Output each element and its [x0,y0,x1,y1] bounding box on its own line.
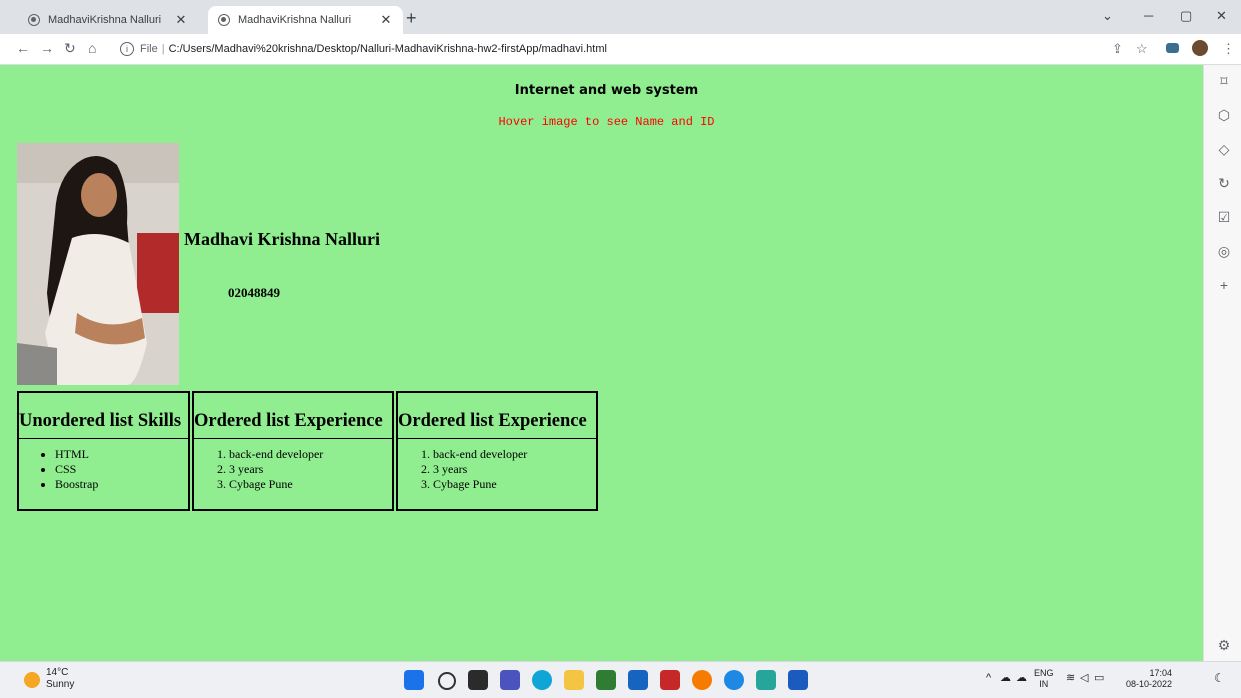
chrome-canary-icon[interactable] [724,670,744,690]
cloud-icon[interactable]: ☁ [1016,673,1027,684]
back-icon[interactable]: ← [16,40,30,56]
list-item: 3 years [433,462,596,477]
search-icon[interactable] [438,672,456,690]
onedrive-icon[interactable]: ☁ [1000,673,1011,684]
mail-icon[interactable] [628,670,648,690]
taskbar: 14°C Sunny ^ ☁ ☁ ENG IN ≋ ◁ ▭ 17:04 08-1… [0,661,1241,698]
tab-active[interactable]: MadhaviKrishna Nalluri ✕ [208,6,403,34]
add-icon[interactable]: + [1216,277,1232,293]
new-tab-icon[interactable]: + [406,9,417,27]
close-icon[interactable]: ✕ [172,12,190,28]
tab-title: MadhaviKrishna Nalluri [48,14,162,26]
clock-date: 08-10-2022 [1125,679,1172,689]
bookmark-star-icon[interactable]: ☆ [1136,41,1148,57]
clock-time: 17:04 [1149,668,1172,678]
weather-desc: Sunny [46,679,75,690]
list-item: HTML [55,447,188,462]
forward-icon[interactable]: → [40,40,54,56]
word-icon[interactable] [788,670,808,690]
volume-icon[interactable]: ◁ [1080,673,1088,684]
clock[interactable]: 17:04 08-10-2022 [1114,668,1172,690]
task-view-icon[interactable] [468,670,488,690]
language-indicator[interactable]: ENG IN [1034,668,1054,690]
extension-icon[interactable] [1166,43,1179,53]
tray-chevron-icon[interactable]: ^ [986,673,991,684]
battery-icon[interactable]: ▭ [1094,673,1104,684]
profile-photo[interactable] [17,143,179,385]
list-item: 3 years [229,462,392,477]
list-item: Boostrap [55,477,188,492]
language-region: IN [1039,679,1049,689]
skills-cell: Unordered list Skills HTML CSS Boostrap [17,391,190,511]
skills-list: HTML CSS Boostrap [19,447,188,492]
weather-temp: 14°C [46,667,69,678]
share-icon[interactable]: ⇪ [1112,41,1123,57]
cube-icon[interactable]: ⬡ [1216,107,1232,123]
person-name: Madhavi Krishna Nalluri [184,229,381,249]
tag-icon[interactable]: ◇ [1216,141,1232,157]
list-item: back-end developer [433,447,596,462]
sync-icon[interactable]: ↻ [1216,175,1232,191]
language-code: ENG [1034,668,1054,678]
profile-avatar[interactable] [1192,40,1208,56]
settings-icon[interactable]: ⚙ [1216,637,1232,653]
home-icon[interactable]: ⌂ [88,40,96,56]
edge-icon[interactable] [532,670,552,690]
sun-icon[interactable] [24,672,40,688]
experience-list: back-end developer 3 years Cybage Pune [194,447,392,492]
experience-cell: Ordered list Experience back-end develop… [396,391,598,511]
messenger-icon[interactable]: ◎ [1216,243,1232,259]
scheme-label: File [140,43,158,55]
reload-icon[interactable]: ↻ [64,40,76,57]
page-heading: Internet and web system [514,83,699,98]
separator: | [161,43,165,55]
globe-icon [218,14,230,26]
tab-title: MadhaviKrishna Nalluri [238,14,352,26]
close-icon[interactable]: ✕ [377,12,395,28]
notepad-icon[interactable] [756,670,776,690]
chrome-icon[interactable] [692,670,712,690]
tab-search-icon[interactable]: ⌄ [1102,8,1113,24]
window-close-icon[interactable]: ✕ [1216,8,1227,24]
menu-icon[interactable]: ⋮ [1222,41,1235,57]
experience-cell: Ordered list Experience back-end develop… [192,391,394,511]
experience-list: back-end developer 3 years Cybage Pune [398,447,596,492]
mcafee-icon[interactable] [660,670,680,690]
app-icon[interactable] [596,670,616,690]
page-content: Internet and web system Hover image to s… [0,65,1203,661]
list-item: CSS [55,462,188,477]
skills-heading: Unordered list Skills [19,393,188,439]
browser-sidebar: ⌑ ⬡ ◇ ↻ ☑ ◎ + ⚙ [1203,65,1241,661]
address-toolbar: ← → ↻ ⌂ i File | C:/Users/Madhavi%20kris… [0,34,1241,65]
person-id: 02048849 [228,285,280,300]
tab-inactive[interactable]: MadhaviKrishna Nalluri ✕ [18,6,198,34]
hover-hint: Hover image to see Name and ID [498,115,715,129]
url-text: C:/Users/Madhavi%20krishna/Desktop/Nallu… [168,43,607,55]
lists-table: Unordered list Skills HTML CSS Boostrap … [15,389,600,513]
experience-heading: Ordered list Experience [398,393,596,439]
checklist-icon[interactable]: ☑ [1216,209,1232,225]
globe-icon [28,14,40,26]
bookmark-icon[interactable]: ⌑ [1216,73,1232,89]
list-item: Cybage Pune [433,477,596,492]
file-explorer-icon[interactable] [564,670,584,690]
minimize-icon[interactable]: ─ [1144,8,1153,23]
windows-start-icon[interactable] [404,670,424,690]
info-icon[interactable]: i [120,42,134,56]
list-item: back-end developer [229,447,392,462]
list-item: Cybage Pune [229,477,392,492]
maximize-icon[interactable]: ▢ [1180,8,1192,24]
chat-icon[interactable] [500,670,520,690]
experience-heading: Ordered list Experience [194,393,392,439]
wifi-icon[interactable]: ≋ [1066,673,1075,684]
notifications-icon[interactable]: ☾ [1214,672,1225,684]
tab-strip: MadhaviKrishna Nalluri ✕ MadhaviKrishna … [0,0,1241,34]
address-bar[interactable]: i File | C:/Users/Madhavi%20krishna/Desk… [120,38,1080,60]
weather-widget[interactable]: 14°C Sunny [46,667,74,691]
